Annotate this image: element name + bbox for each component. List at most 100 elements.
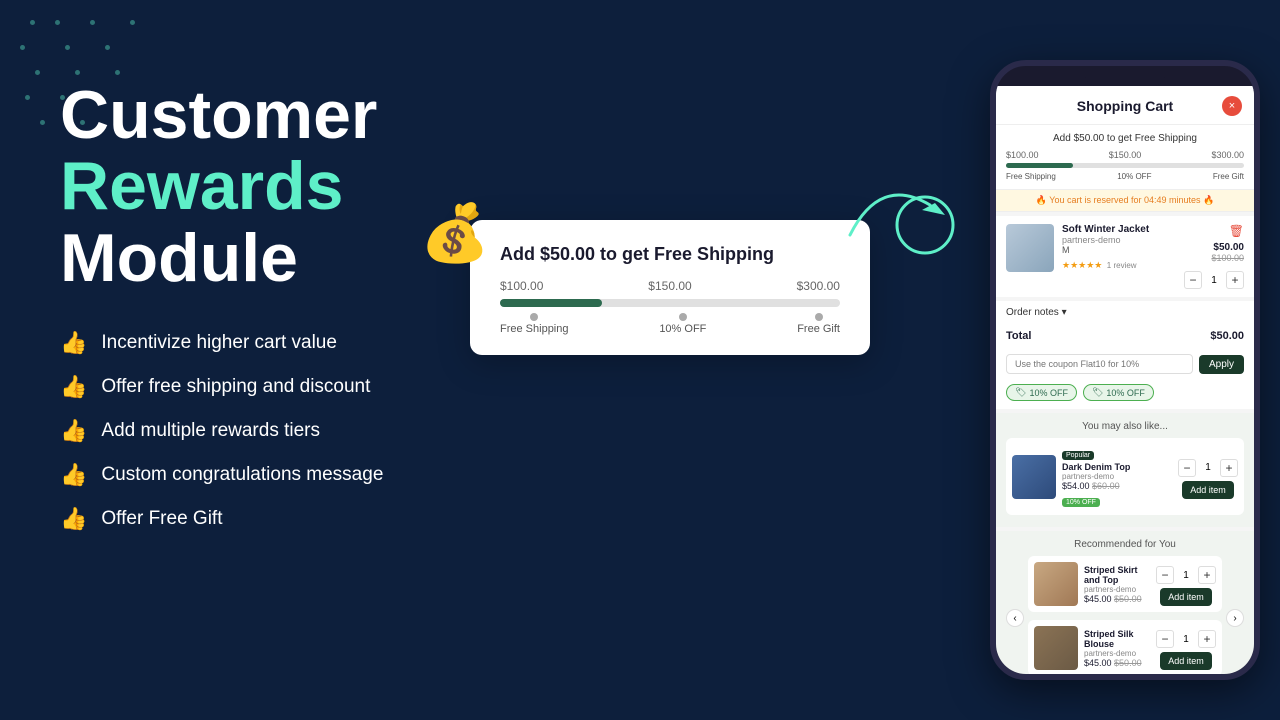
cart-total-row: Total $50.00 (996, 324, 1254, 348)
discount-badge-2: 🏷 10% OFF (1083, 384, 1154, 401)
tick-10-off: 10% OFF (659, 313, 706, 335)
feature-item: 👍 Offer free shipping and discount (60, 374, 580, 400)
recommended-next-button[interactable]: › (1226, 609, 1244, 627)
coupon-apply-button[interactable]: Apply (1199, 355, 1244, 374)
cart-item-vendor: partners-demo (1062, 235, 1176, 245)
rec-item-2-add-button[interactable]: Add item (1160, 652, 1212, 670)
decorative-dot (65, 45, 70, 50)
order-notes-toggle[interactable]: Order notes ▾ (996, 301, 1254, 324)
recommended-item-1-info: Striped Skirt and Top partners-demo $45.… (1084, 565, 1150, 604)
recommended-item-2-name: Striped Silk Blouse (1084, 629, 1150, 649)
floating-progress-card: Add $50.00 to get Free Shipping $100.00 … (470, 220, 870, 355)
recommended-item-1: Striped Skirt and Top partners-demo $45.… (1028, 556, 1222, 612)
coupon-input[interactable] (1006, 354, 1193, 374)
cart-item-name: Soft Winter Jacket (1062, 224, 1176, 235)
recommended-item-1-name: Striped Skirt and Top (1084, 565, 1150, 585)
decorative-dot (130, 20, 135, 25)
phone-mockup: Shopping Cart × Add $50.00 to get Free S… (990, 60, 1260, 680)
cart-progress-section: Add $50.00 to get Free Shipping $100.00 … (996, 125, 1254, 190)
thumbs-up-icon: 👍 (60, 462, 87, 488)
quantity-decrease-button[interactable]: − (1184, 271, 1202, 289)
cart-header: Shopping Cart × (996, 86, 1254, 125)
upsell-qty-decrease[interactable]: − (1178, 459, 1196, 477)
tick-free-gift: Free Gift (797, 313, 840, 335)
recommended-prev-button[interactable]: ‹ (1006, 609, 1024, 627)
thumbs-up-icon: 👍 (60, 506, 87, 532)
quantity-controls: − 1 + (1184, 271, 1244, 289)
recommended-item-2-vendor: partners-demo (1084, 649, 1150, 658)
quantity-value: 1 (1206, 275, 1222, 286)
decorative-dot (25, 95, 30, 100)
total-value: $50.00 (1210, 330, 1244, 342)
rec-item-2-qty-controls: − 1 + (1156, 630, 1216, 648)
decorative-dot (75, 70, 80, 75)
total-label: Total (1006, 330, 1031, 342)
upsell-item-image (1012, 455, 1056, 499)
progress-label-2: $150.00 (648, 279, 691, 293)
upsell-item-info: Popular Dark Denim Top partners-demo $54… (1062, 444, 1172, 509)
cart-item-image (1006, 224, 1054, 272)
quantity-increase-button[interactable]: + (1226, 271, 1244, 289)
feature-item: 👍 Offer Free Gift (60, 506, 580, 532)
cart-title: Shopping Cart (1028, 98, 1222, 114)
upsell-add-button[interactable]: Add item (1182, 481, 1234, 499)
cart-progress-bar-fill (1006, 163, 1073, 168)
progress-ticks: Free Shipping 10% OFF Free Gift (500, 313, 840, 335)
order-notes-label: Order notes ▾ (1006, 307, 1067, 318)
recommended-section: Recommended for You ‹ Striped Skirt and … (996, 531, 1254, 674)
feature-item: 👍 Add multiple rewards tiers (60, 418, 580, 444)
rec-item-2-qty-increase[interactable]: + (1198, 630, 1216, 648)
recommended-item-2-image (1034, 626, 1078, 670)
feature-text: Add multiple rewards tiers (101, 420, 320, 442)
recommended-item-1-image (1034, 562, 1078, 606)
features-list: 👍 Incentivize higher cart value 👍 Offer … (60, 330, 580, 532)
discount-badge-1: 🏷 10% OFF (1006, 384, 1077, 401)
cart-progress-bar-bg (1006, 163, 1244, 168)
progress-bar-bg (500, 299, 840, 307)
cart-close-button[interactable]: × (1222, 96, 1242, 116)
cart-progress-title: Add $50.00 to get Free Shipping (1006, 133, 1244, 144)
upsell-qty-increase[interactable]: + (1220, 459, 1238, 477)
cart-timer-bar: 🔥 You cart is reserved for 04:49 minutes… (996, 190, 1254, 212)
cart-item-review: 1 review (1107, 261, 1137, 270)
progress-label-1: $100.00 (500, 279, 543, 293)
cart-item-original-price: $100.00 (1211, 253, 1244, 263)
phone-notch (1085, 66, 1165, 86)
arrow-decoration (840, 155, 960, 275)
recommended-item-1-vendor: partners-demo (1084, 585, 1150, 594)
rec-item-1-add-button[interactable]: Add item (1160, 588, 1212, 606)
recommended-item-1-price: $45.00 $50.00 (1084, 594, 1150, 604)
rec-item-1-qty-increase[interactable]: + (1198, 566, 1216, 584)
rec-item-1-qty-controls: − 1 + (1156, 566, 1216, 584)
decorative-dot (90, 20, 95, 25)
recommended-nav: ‹ Striped Skirt and Top partners-demo $4… (1006, 556, 1244, 674)
feature-item: 👍 Custom congratulations message (60, 462, 580, 488)
coupon-row: Apply (996, 348, 1254, 380)
cart-item: Soft Winter Jacket partners-demo M ★★★★★… (996, 216, 1254, 297)
cart-item-size: M (1062, 245, 1176, 255)
rec-item-1-qty-decrease[interactable]: − (1156, 566, 1174, 584)
recommended-items: Striped Skirt and Top partners-demo $45.… (1028, 556, 1222, 674)
upsell-item: Popular Dark Denim Top partners-demo $54… (1006, 438, 1244, 515)
upsell-discount-tag: 10% OFF (1062, 498, 1100, 507)
recommended-item-2-price: $45.00 $50.00 (1084, 658, 1150, 668)
progress-bar-fill (500, 299, 602, 307)
thumbs-up-icon: 👍 (60, 374, 87, 400)
rec-item-2-qty-decrease[interactable]: − (1156, 630, 1174, 648)
decorative-dot (55, 20, 60, 25)
progress-label-3: $300.00 (797, 279, 840, 293)
progress-labels: $100.00 $150.00 $300.00 (500, 279, 840, 293)
decorative-dot (20, 45, 25, 50)
title-line2: Rewards (60, 148, 343, 224)
feature-text: Incentivize higher cart value (101, 332, 337, 354)
cart-item-price: $50.00 $100.00 (1211, 242, 1244, 263)
upsell-qty-controls: − 1 + (1178, 459, 1238, 477)
recommended-item-2: Striped Silk Blouse partners-demo $45.00… (1028, 620, 1222, 674)
thumbs-up-icon: 👍 (60, 330, 87, 356)
feature-text: Offer Free Gift (101, 508, 222, 530)
cart-item-current-price: $50.00 (1211, 242, 1244, 253)
cart-item-stars: ★★★★★ (1062, 260, 1102, 270)
cart-item-delete-button[interactable]: 🗑 (1229, 224, 1244, 238)
title-line1: Customer (60, 77, 377, 153)
title-line3: Module (60, 220, 298, 296)
